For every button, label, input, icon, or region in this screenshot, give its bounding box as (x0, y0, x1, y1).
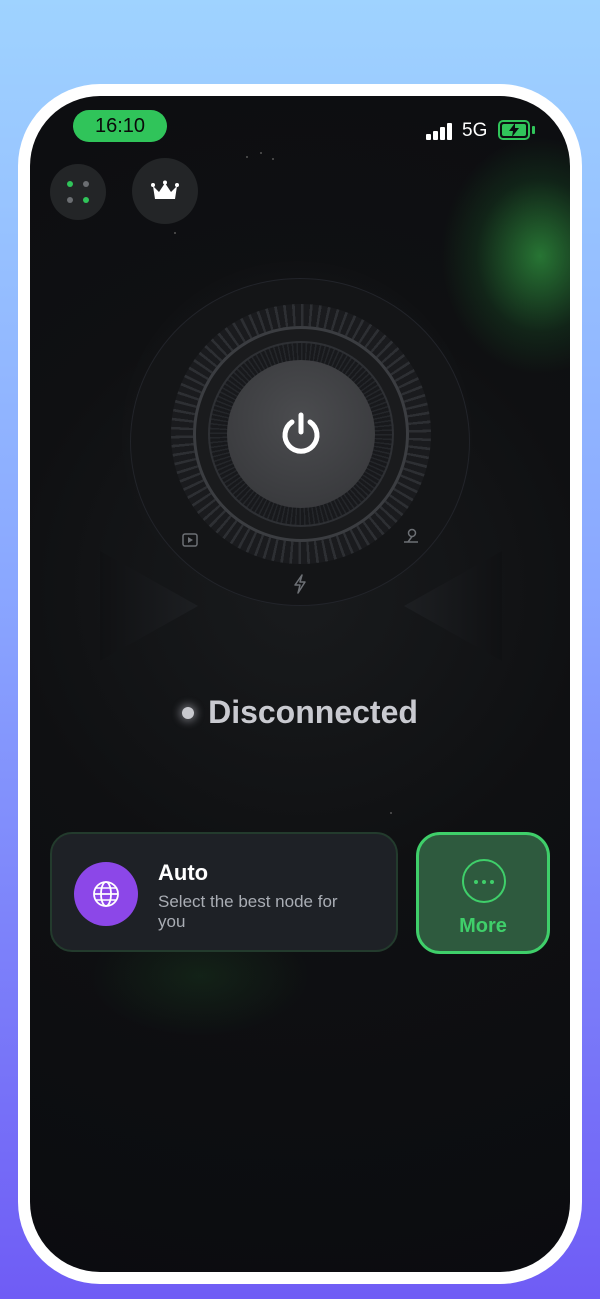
status-time: 16:10 (73, 110, 167, 142)
premium-button[interactable] (132, 158, 198, 224)
video-icon (182, 533, 198, 547)
signal-icon (426, 122, 454, 140)
status-bar: 16:10 5G (30, 96, 570, 156)
grid-dots-icon (67, 181, 89, 203)
bolt-icon (294, 574, 306, 594)
node-icon-badge (74, 862, 138, 926)
network-type: 5G (462, 120, 488, 141)
node-select-card[interactable]: Auto Select the best node for you (50, 832, 398, 952)
status-dot-icon (182, 706, 195, 719)
power-icon (282, 412, 320, 454)
status-text: Disconnected (208, 694, 418, 730)
node-subtitle: Select the best node for you (158, 892, 338, 931)
right-wedge-decoration (404, 551, 502, 661)
battery-icon (498, 120, 530, 140)
power-button[interactable] (227, 360, 375, 508)
app-screen: 16:10 5G Disconnected Auto Select the be… (30, 96, 570, 1272)
decorative-green-glow (440, 136, 570, 376)
battery-cap (532, 126, 535, 134)
charging-bolt-icon (509, 123, 519, 137)
more-button[interactable]: More (416, 832, 550, 954)
node-title: Auto (158, 860, 209, 885)
crown-icon (151, 180, 179, 199)
globe-icon (93, 881, 119, 907)
left-wedge-decoration (100, 551, 198, 661)
menu-button[interactable] (50, 164, 106, 220)
connection-status: Disconnected (30, 694, 570, 731)
location-pin-icon (404, 528, 418, 543)
ellipsis-icon (462, 859, 506, 903)
more-label: More (459, 915, 507, 937)
